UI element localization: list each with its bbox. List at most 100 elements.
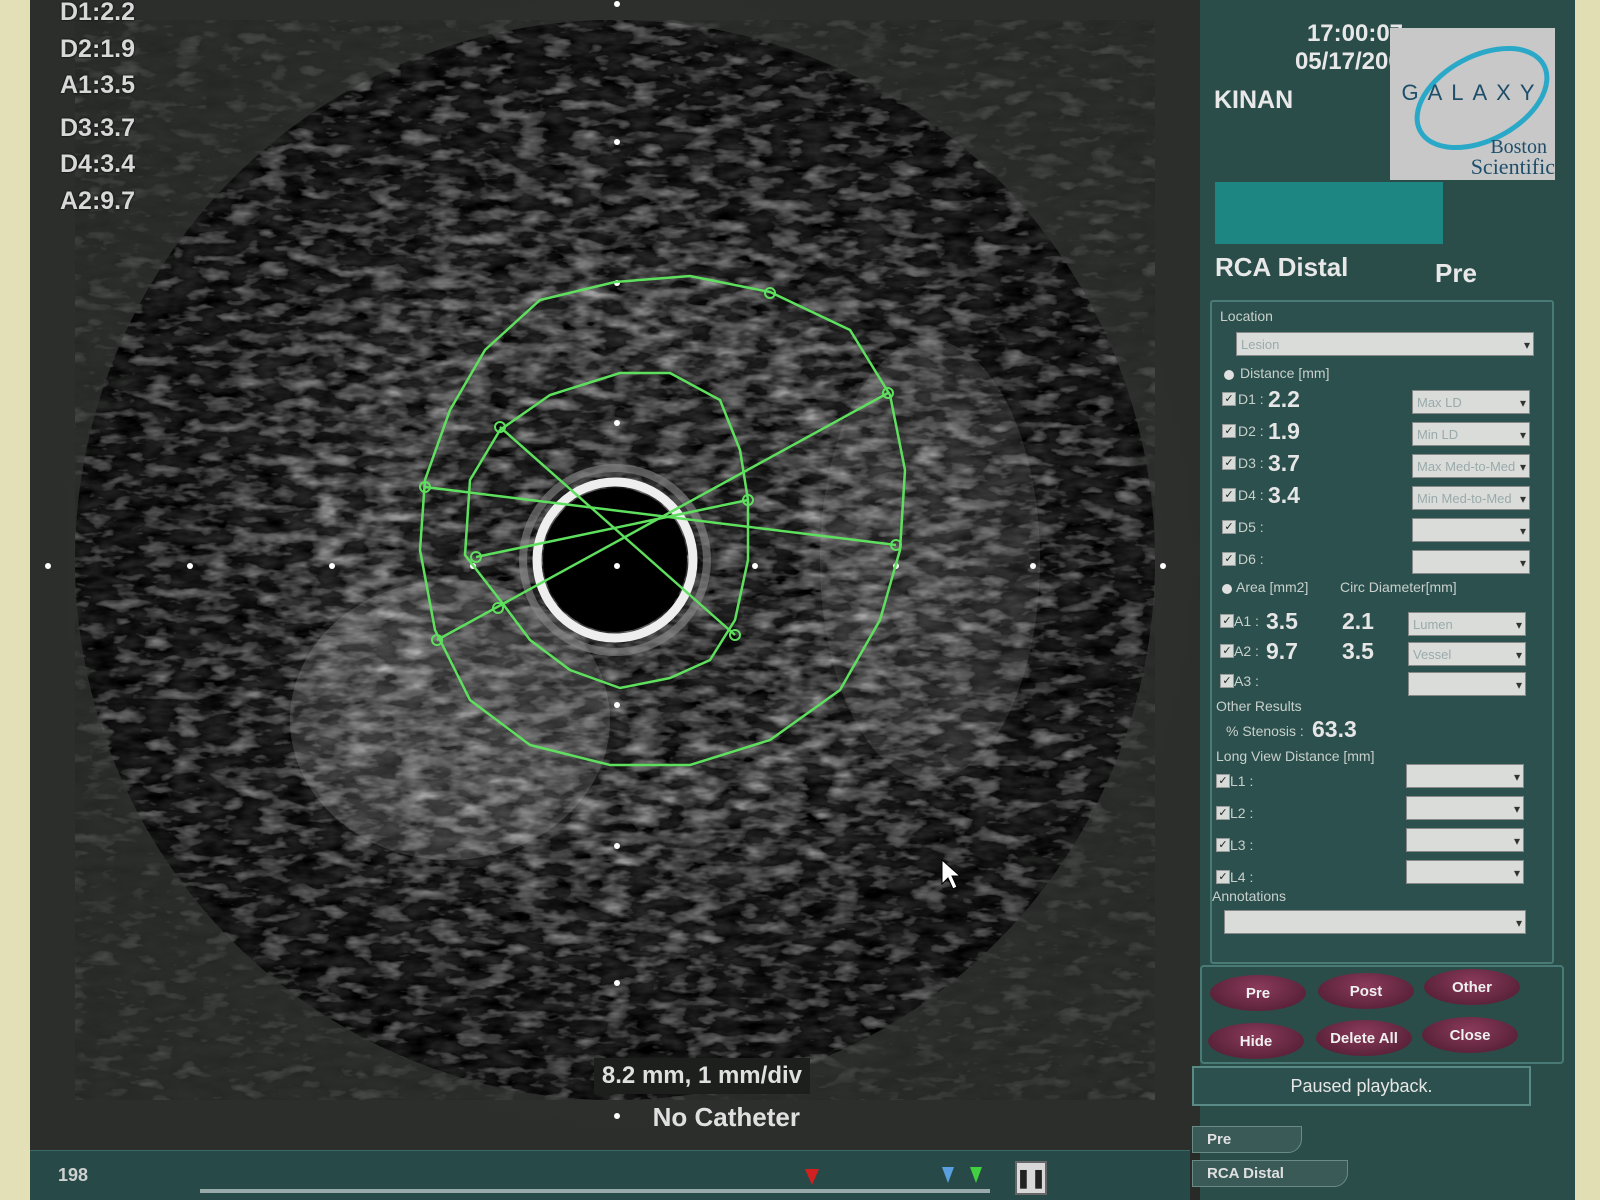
d6-checkbox[interactable]: ✓ (1222, 552, 1236, 566)
status-bar: Paused playback. (1192, 1066, 1531, 1106)
d1-value: 2.2 (1268, 386, 1300, 412)
a1-type-select[interactable]: Lumen (1408, 612, 1526, 636)
other-button[interactable]: Other (1424, 969, 1520, 1005)
location-select[interactable]: Lesion (1236, 332, 1534, 356)
close-button[interactable]: Close (1422, 1017, 1518, 1053)
a2-value: 9.7 (1266, 638, 1298, 664)
a3-checkbox[interactable]: ✓ (1220, 674, 1234, 688)
pause-button[interactable]: ❚❚ (1015, 1161, 1047, 1195)
circ-diameter-label: Circ Diameter[mm] (1340, 579, 1457, 595)
d6-type-select[interactable] (1412, 550, 1530, 574)
other-results-label: Other Results (1216, 698, 1302, 714)
d1-label: D1 : (1238, 391, 1264, 407)
d2-value: 1.9 (1268, 418, 1300, 444)
l2-checkbox[interactable]: ✓ (1216, 806, 1230, 820)
action-buttons: Pre Post Other Hide Delete All Close (1200, 965, 1564, 1064)
pause-icon: ❚❚ (1015, 1167, 1047, 1188)
tab-stage[interactable]: Pre (1192, 1126, 1302, 1153)
d4-value: 3.4 (1268, 482, 1300, 508)
l1-label: L1 : (1230, 773, 1254, 789)
a1-label: A1 : (1234, 613, 1259, 629)
d3-type-select[interactable]: Max Med-to-Med (1412, 454, 1530, 478)
area-radio[interactable] (1222, 584, 1232, 594)
l2-select[interactable] (1406, 796, 1524, 820)
l1-select[interactable] (1406, 764, 1524, 788)
overlay-a1: A1:3.5 (60, 71, 136, 99)
post-button[interactable]: Post (1318, 973, 1414, 1009)
d1-checkbox[interactable]: ✓ (1222, 392, 1236, 406)
frame-number: 198 (58, 1165, 89, 1185)
a1-circ-value: 2.1 (1342, 608, 1374, 634)
a2-checkbox[interactable]: ✓ (1220, 644, 1234, 658)
l4-checkbox[interactable]: ✓ (1216, 870, 1230, 884)
measurement-form: Location Lesion Distance [mm] ✓ D1 : 2.2… (1210, 300, 1554, 964)
d4-checkbox[interactable]: ✓ (1222, 488, 1236, 502)
stenosis-label: % Stenosis : (1226, 723, 1304, 739)
l4-select[interactable] (1406, 860, 1524, 884)
measurement-overlay: D1:2.2 D2:1.9 A1:3.5 D3:3.7 D4:3.4 A2:9.… (60, 0, 135, 219)
l4-label: L4 : (1230, 869, 1254, 885)
d3-checkbox[interactable]: ✓ (1222, 456, 1236, 470)
l1-checkbox[interactable]: ✓ (1216, 774, 1230, 788)
pre-button[interactable]: Pre (1210, 975, 1306, 1011)
ivus-image[interactable] (30, 0, 1205, 1150)
a1-value: 3.5 (1266, 608, 1298, 634)
l3-select[interactable] (1406, 828, 1524, 852)
ivus-image-area[interactable]: D1:2.2 D2:1.9 A1:3.5 D3:3.7 D4:3.4 A2:9.… (30, 0, 1205, 1150)
d4-label: D4 : (1238, 487, 1264, 503)
d5-label: D5 : (1238, 519, 1264, 535)
overlay-d4: D4:3.4 (60, 150, 136, 178)
l3-checkbox[interactable]: ✓ (1216, 838, 1230, 852)
playback-bar: 198 ❚❚ (30, 1150, 1190, 1200)
location-label: Location (1220, 308, 1273, 324)
l3-label: L3 : (1230, 837, 1254, 853)
annotations-select[interactable] (1224, 910, 1526, 934)
distance-label: Distance [mm] (1240, 365, 1330, 381)
d1-type-select[interactable]: Max LD (1412, 390, 1530, 414)
d2-checkbox[interactable]: ✓ (1222, 424, 1236, 438)
a1-checkbox[interactable]: ✓ (1220, 614, 1234, 628)
brand-line2: Scientific (1470, 154, 1555, 179)
panel-header: 17:00:07 05/17/2007 KINAN GALAXY Boston … (1200, 0, 1575, 180)
d6-label: D6 : (1238, 551, 1264, 567)
hide-button[interactable]: Hide (1208, 1023, 1304, 1059)
l2-label: L2 : (1230, 805, 1254, 821)
tab-vessel[interactable]: RCA Distal (1192, 1160, 1348, 1187)
a3-type-select[interactable] (1408, 672, 1526, 696)
screen: D1:2.2 D2:1.9 A1:3.5 D3:3.7 D4:3.4 A2:9.… (30, 0, 1575, 1200)
overlay-d2: D2:1.9 (60, 34, 136, 63)
bright-region (820, 340, 1040, 780)
scale-readout: 8.2 mm, 1 mm/div (593, 1058, 810, 1094)
logo-galaxy-text: GALAXY (1401, 80, 1544, 105)
stenosis-value: 63.3 (1312, 716, 1357, 742)
annotations-label: Annotations (1212, 888, 1286, 904)
patient-name: KINAN (1214, 86, 1294, 114)
overlay-d3: D3:3.7 (60, 113, 136, 142)
green-marker-icon[interactable] (970, 1167, 982, 1183)
d5-checkbox[interactable]: ✓ (1222, 520, 1236, 534)
area-label: Area [mm2] (1236, 579, 1309, 595)
vessel-name: RCA Distal (1215, 252, 1349, 282)
a2-circ-value: 3.5 (1342, 638, 1374, 664)
overlay-d1: D1:2.2 (60, 0, 136, 26)
d2-type-select[interactable]: Min LD (1412, 422, 1530, 446)
right-panel: 17:00:07 05/17/2007 KINAN GALAXY Boston … (1192, 0, 1575, 1200)
d5-type-select[interactable] (1412, 518, 1530, 542)
red-marker-icon[interactable] (805, 1169, 819, 1185)
d3-value: 3.7 (1268, 450, 1300, 476)
galaxy-logo: GALAXY Boston Scientific (1390, 28, 1555, 180)
distance-radio[interactable] (1224, 370, 1234, 380)
blue-marker-icon[interactable] (942, 1167, 954, 1183)
overlay-a2: A2:9.7 (60, 186, 136, 215)
monitor-bezel: D1:2.2 D2:1.9 A1:3.5 D3:3.7 D4:3.4 A2:9.… (0, 0, 1600, 1200)
playback-slider[interactable] (200, 1189, 990, 1193)
d3-label: D3 : (1238, 455, 1264, 471)
a2-type-select[interactable]: Vessel (1408, 642, 1526, 666)
d4-type-select[interactable]: Min Med-to-Med (1412, 486, 1530, 510)
delete-all-button[interactable]: Delete All (1316, 1020, 1412, 1056)
vessel-stage: Pre (1435, 258, 1477, 288)
vessel-row: RCA Distal Pre (1215, 252, 1555, 292)
d2-label: D2 : (1238, 423, 1264, 439)
long-view-label: Long View Distance [mm] (1216, 748, 1375, 764)
a3-label: A3 : (1234, 673, 1259, 689)
